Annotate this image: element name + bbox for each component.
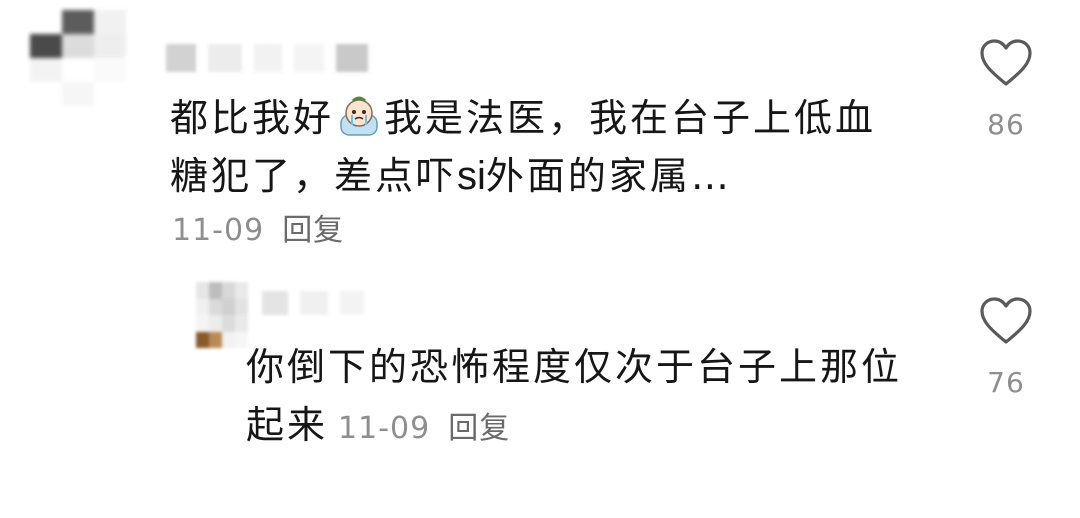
username[interactable] [166,44,368,72]
like-count: 76 [987,366,1025,399]
comment-text-part: 外面的家属… [485,154,732,198]
heart-outline-icon[interactable] [978,296,1034,346]
comment-text-part: 我是法医，我在台子上低血 [384,96,877,140]
reply-text: 你倒下的恐怖程度仅次于台子上那位 起来 11-09 回复 [246,338,946,458]
like-count: 86 [987,108,1025,141]
reply-text-part: 起来 [246,403,329,447]
comment-thread: 都比我好 我是法医，我在台子上低血 糖犯了，差点吓si外面的家属… 11-09 回复 … [0,0,1080,518]
like-control: 76 [966,296,1046,399]
heart-outline-icon[interactable] [978,38,1034,88]
avatar[interactable] [30,10,158,106]
reply-button[interactable]: 回复 [448,411,510,446]
comment-meta: 11-09 回复 [172,205,344,249]
comment-text-part: 都比我好 [170,96,335,140]
crying-emoji-icon [340,96,378,136]
avatar[interactable] [196,282,248,348]
reply-button[interactable]: 回复 [282,213,344,248]
comment-text-part: si [457,154,486,198]
comment-meta: 11-09 回复 [338,411,510,446]
reply-text-part: 你倒下的恐怖程度仅次于台子上那位 [246,345,903,389]
comment-date: 11-09 [172,213,265,248]
comment-text: 都比我好 我是法医，我在台子上低血糖犯了，差点吓si外面的家属… [170,89,950,205]
username[interactable] [262,291,364,315]
comment-date: 11-09 [338,411,431,446]
like-control: 86 [966,38,1046,141]
comment-text-part: 糖犯了，差点吓 [170,154,458,198]
